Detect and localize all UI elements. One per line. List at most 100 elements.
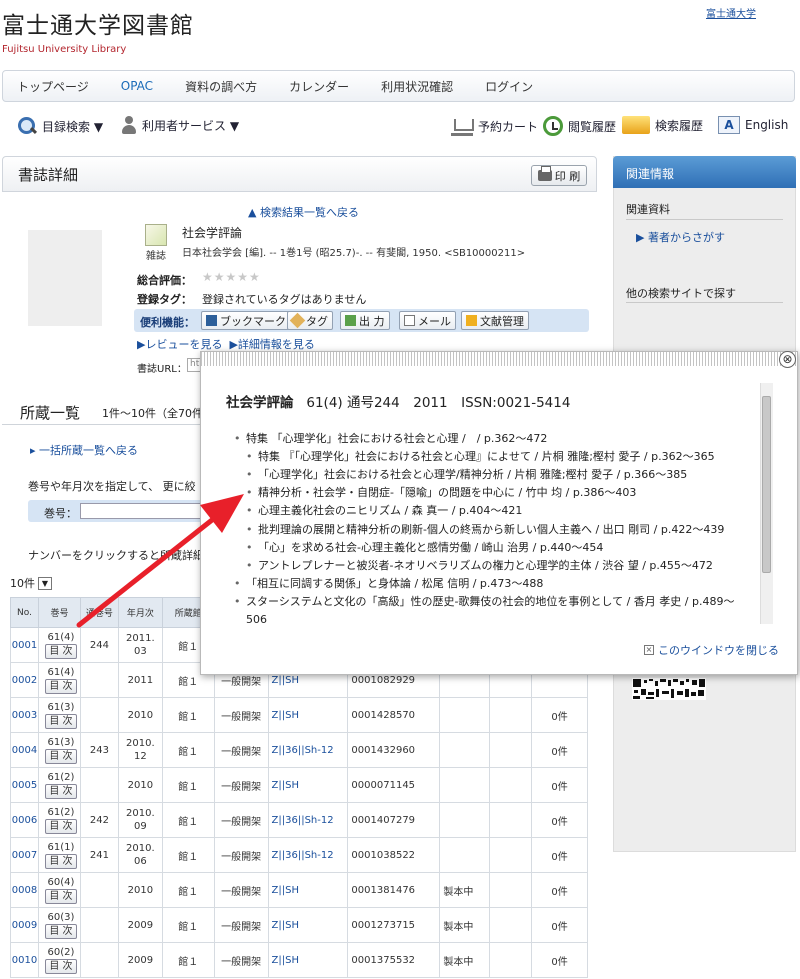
call-number-link[interactable]: Z||SH [267, 697, 349, 733]
date-cell: 2010. 06 [117, 837, 163, 873]
toc-button[interactable]: 目 次 [45, 854, 77, 869]
toc-button[interactable]: 目 次 [45, 819, 77, 834]
catalog-search-menu[interactable]: 目録検索 ▼ [17, 116, 103, 136]
volume-input[interactable] [80, 503, 208, 519]
per-page-select[interactable]: 10件 ▼ [10, 575, 62, 591]
total-issue-cell [79, 697, 119, 733]
nav-item-3[interactable]: カレンダー [289, 78, 349, 95]
toc-button[interactable]: 目 次 [45, 679, 77, 694]
call-number-link[interactable]: Z||36||Sh-12 [267, 732, 349, 768]
toc-button[interactable]: 目 次 [45, 714, 77, 729]
nav-item-2[interactable]: 資料の調べ方 [185, 78, 257, 95]
location-cell: 一般開架 [213, 732, 269, 768]
toc-button[interactable]: 目 次 [45, 644, 77, 659]
modal-issue-info: 61(4) 通号244 2011 ISSN:0021-5414 [306, 395, 571, 411]
col-no: No. [10, 597, 39, 628]
location-cell: 一般開架 [213, 697, 269, 733]
nav-item-0[interactable]: トップページ [17, 78, 89, 95]
nav-item-5[interactable]: ログイン [485, 78, 533, 95]
toc-button[interactable]: 目 次 [45, 749, 77, 764]
folder-icon [622, 116, 650, 134]
toc-button[interactable]: 目 次 [45, 784, 77, 799]
university-link[interactable]: 富士通大学 [706, 5, 756, 20]
toc-button[interactable]: 目 次 [45, 959, 77, 974]
reservations-cell: 0件 [531, 942, 588, 978]
reserve-cart-label: 予約カート [478, 119, 539, 134]
url-label: 書誌URL： [137, 364, 187, 375]
note-cell [489, 767, 533, 803]
note-cell [489, 872, 533, 908]
review-link[interactable]: ▶レビューを見る [137, 338, 222, 351]
user-services-menu[interactable]: 利用者サービス ▼ [121, 116, 239, 134]
table-row: 0009 60(3) 目 次 2009 館１ 一般開架 Z||SH 0001273715 製本中… [10, 907, 588, 943]
date-cell: 2010 [117, 697, 163, 733]
row-number-link[interactable]: 0005 [10, 767, 39, 803]
total-issue-cell [79, 872, 119, 908]
book-title: 社会学評論 [182, 226, 243, 240]
qr-code-icon [632, 678, 706, 700]
library-cell: 館１ [161, 697, 215, 733]
detail-link[interactable]: ▶詳細情報を見る [229, 338, 314, 351]
call-number-link[interactable]: Z||SH [267, 872, 349, 908]
reference-manager-button[interactable]: 文献管理 [461, 311, 529, 330]
row-number-link[interactable]: 0010 [10, 942, 39, 978]
reserve-cart-button[interactable]: 予約カート [451, 116, 538, 136]
user-icon [121, 116, 137, 134]
date-cell: 2010. 12 [117, 732, 163, 768]
all-holdings-link[interactable]: ▸ 一括所蔵一覧へ戻る [30, 442, 138, 458]
back-to-results-link[interactable]: ▲ 検索結果一覧へ戻る [248, 204, 359, 220]
row-number-link[interactable]: 0002 [10, 662, 39, 698]
close-window-link[interactable]: × このウインドウを閉じる [644, 642, 779, 658]
row-number-link[interactable]: 0003 [10, 697, 39, 733]
toc-button[interactable]: 目 次 [45, 889, 77, 904]
search-history-button[interactable]: 検索履歴 [622, 116, 703, 134]
nav-item-4[interactable]: 利用状況確認 [381, 78, 453, 95]
call-number-link[interactable]: Z||36||Sh-12 [267, 837, 349, 873]
holdings-divider [2, 424, 202, 425]
mail-button[interactable]: メール [399, 311, 456, 330]
total-issue-cell [79, 942, 119, 978]
call-number-link[interactable]: Z||36||Sh-12 [267, 802, 349, 838]
toc-entry: アントレプレナーと被災者-ネオリベラリズムの権力と心理学的主体 / 渋谷 望 /… [246, 557, 752, 575]
date-cell: 2011. 03 [117, 627, 163, 663]
tag-button[interactable]: タグ [287, 311, 333, 330]
bookmark-button[interactable]: ブックマーク [201, 311, 291, 330]
per-page-value: 10件 [10, 577, 35, 590]
date-cell: 2010 [117, 872, 163, 908]
reference-icon [466, 315, 477, 326]
view-history-label: 閲覧履歴 [568, 119, 617, 134]
call-number-link[interactable]: Z||SH [267, 767, 349, 803]
status-cell: 製本中 [439, 872, 491, 908]
row-number-link[interactable]: 0007 [10, 837, 39, 873]
toc-entry: スターシステムと文化の「高級」性の歴史-歌舞伎の社会的地位を事例として / 香月… [234, 593, 752, 624]
row-number-link[interactable]: 0009 [10, 907, 39, 943]
row-number-link[interactable]: 0004 [10, 732, 39, 768]
toc-entry: 精神分析・社会学・自閉症-「隠喩」の問題を中心に / 竹中 均 / p.386～… [246, 484, 752, 502]
all-holdings-label: 一括所蔵一覧へ戻る [39, 444, 139, 457]
rating-stars[interactable]: ★★★★★ [202, 270, 261, 284]
english-label: English [745, 118, 789, 132]
row-number-link[interactable]: 0008 [10, 872, 39, 908]
chevron-down-icon: ▼ [38, 576, 52, 590]
total-issue-cell: 241 [79, 837, 119, 873]
export-button[interactable]: 出 力 [340, 311, 390, 330]
print-button[interactable]: 印 刷 [531, 165, 587, 186]
english-button[interactable]: A English [718, 116, 788, 134]
modal-scrollbar-thumb[interactable] [762, 396, 771, 573]
mail-icon [404, 315, 415, 326]
search-by-author-link[interactable]: ▶ 著者からさがす [636, 229, 725, 245]
nav-item-1[interactable]: OPAC [121, 79, 153, 93]
call-number-link[interactable]: Z||SH [267, 942, 349, 978]
reservations-cell: 0件 [531, 732, 588, 768]
tag-value: 登録されているタグはありません [202, 293, 367, 306]
total-issue-cell [79, 662, 119, 698]
close-icon[interactable]: ⊗ [779, 351, 796, 368]
toc-button[interactable]: 目 次 [45, 924, 77, 939]
view-history-button[interactable]: 閲覧履歴 [543, 116, 616, 136]
row-number-link[interactable]: 0006 [10, 802, 39, 838]
date-cell: 2009 [117, 942, 163, 978]
table-row: 0005 61(2) 目 次 2010 館１ 一般開架 Z||SH 0000071145 0件 [10, 767, 588, 803]
row-number-link[interactable]: 0001 [10, 627, 39, 663]
call-number-link[interactable]: Z||SH [267, 907, 349, 943]
modal-drag-handle[interactable] [201, 352, 797, 366]
